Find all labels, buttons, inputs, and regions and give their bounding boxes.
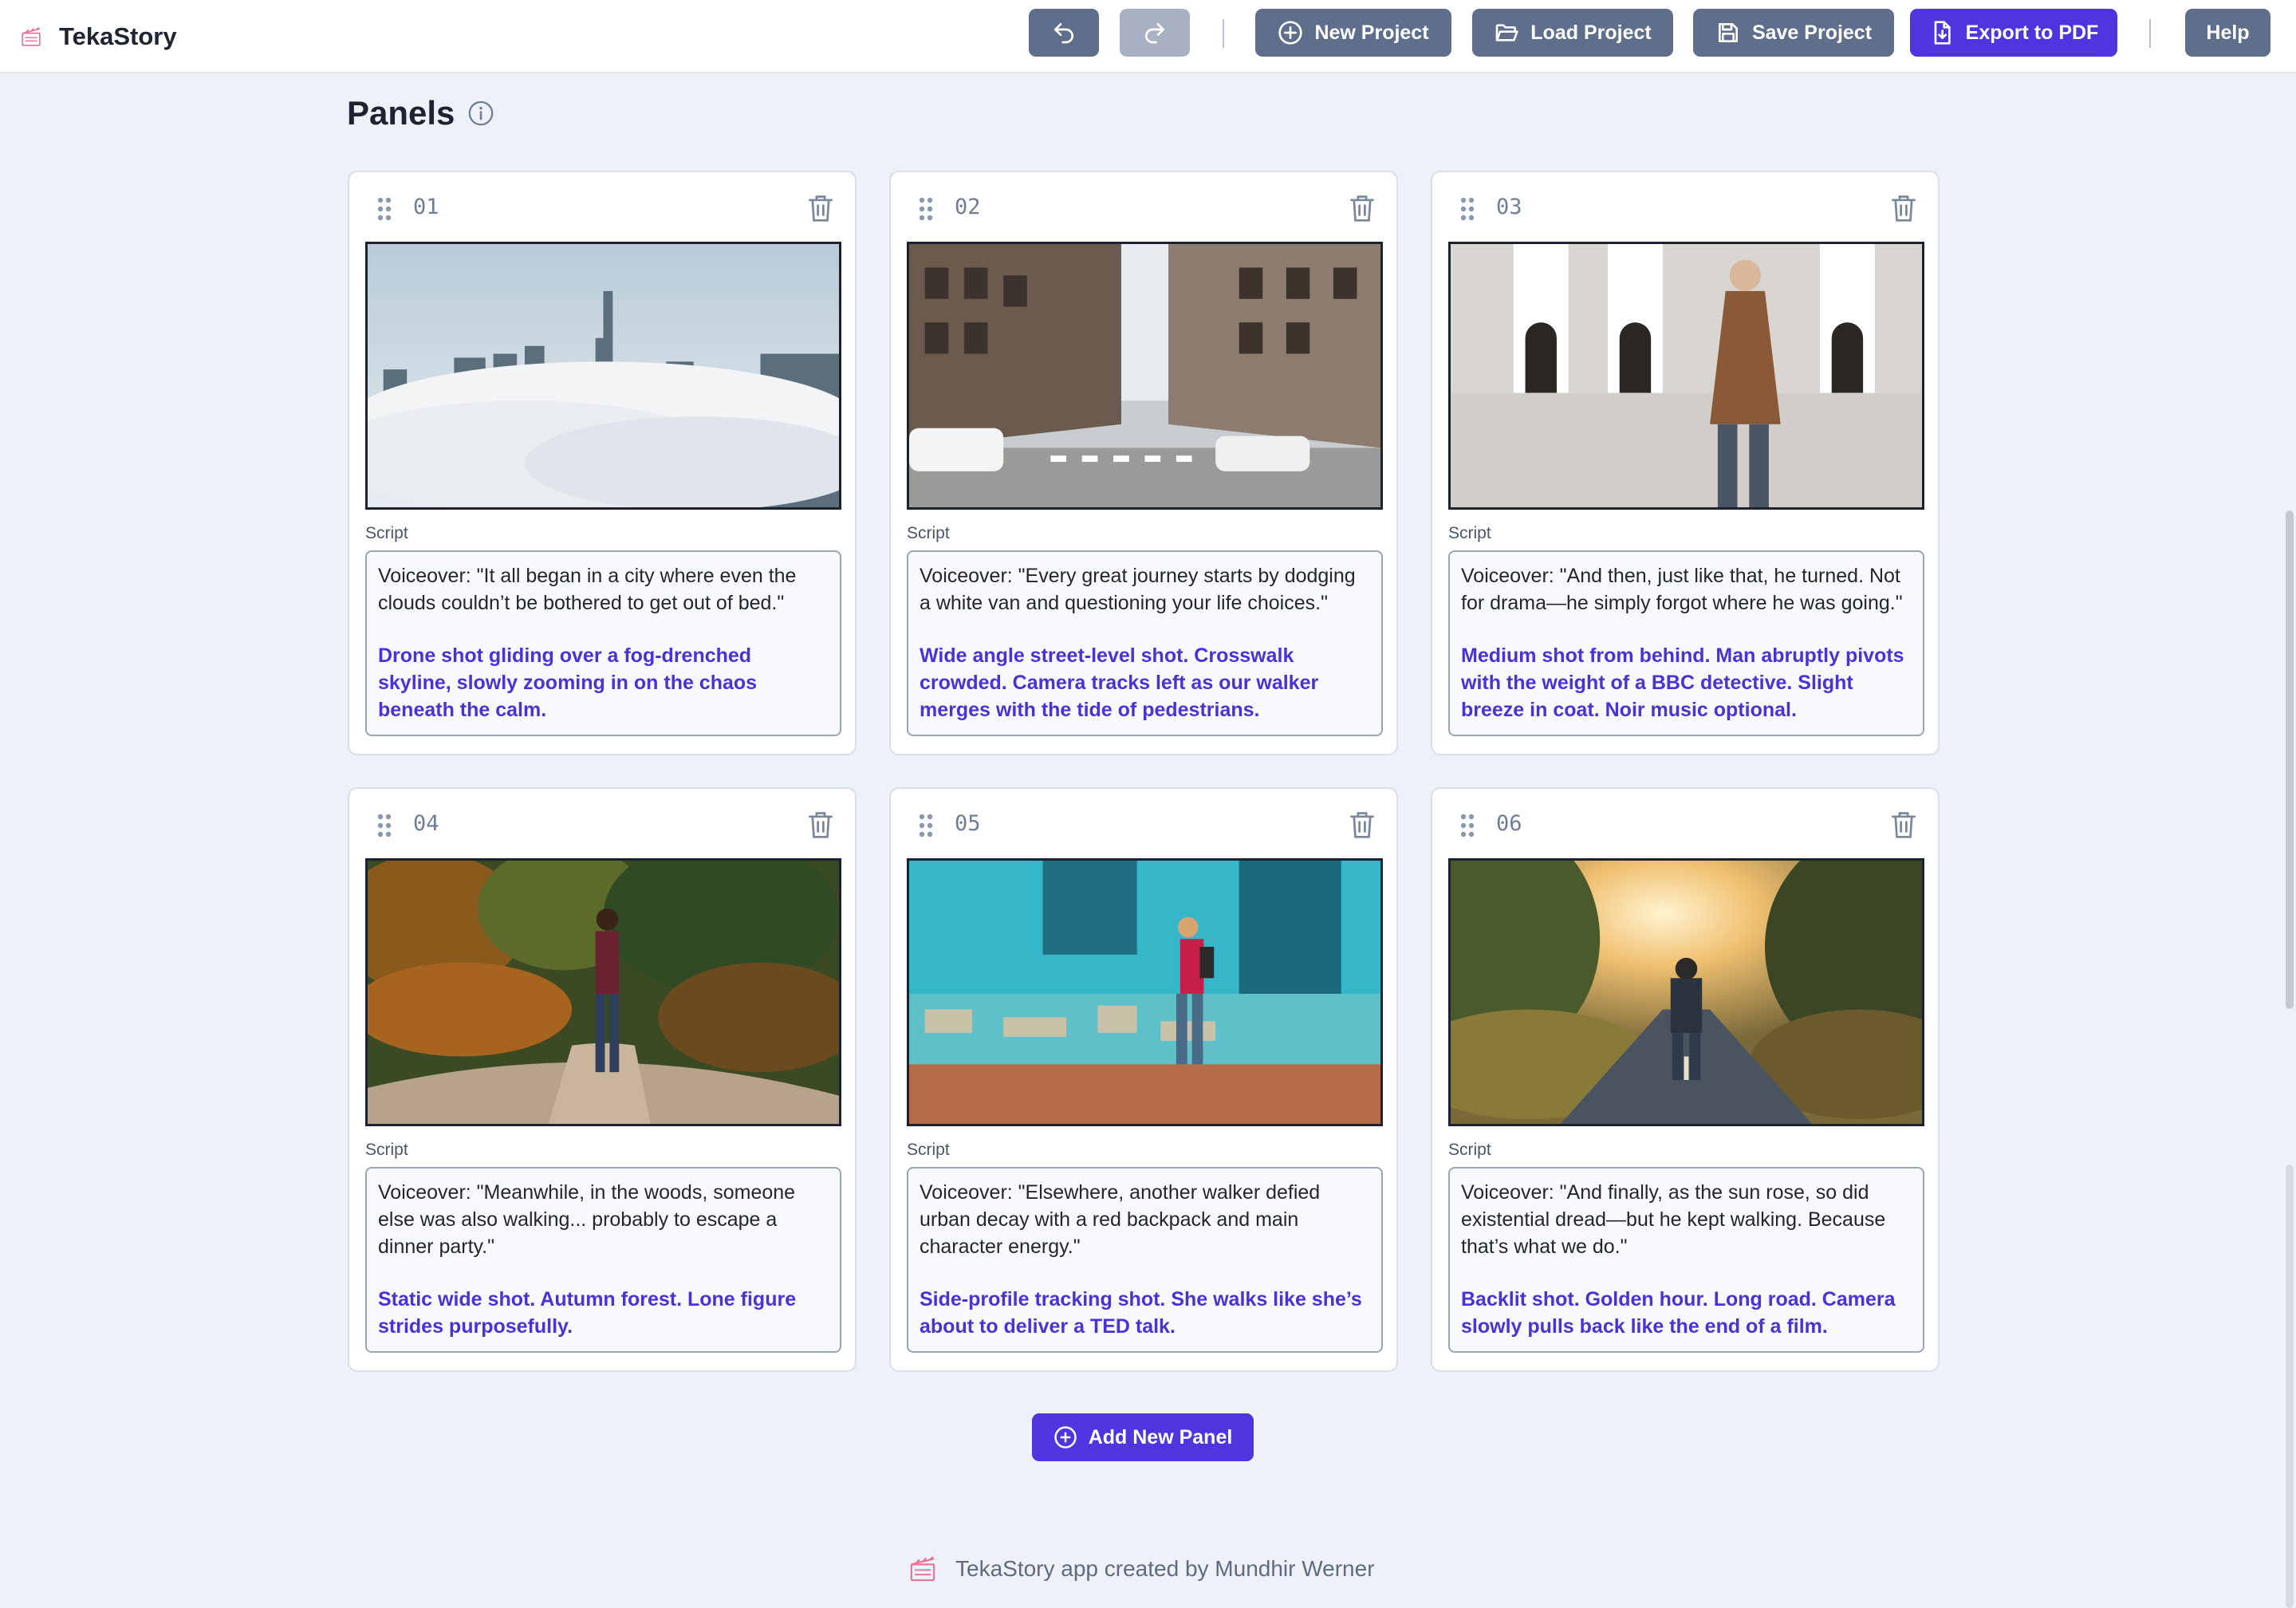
panel-number: 01	[413, 195, 439, 219]
redo-icon	[1145, 23, 1164, 44]
voiceover-text: Voiceover: "And then, just like that, he…	[1461, 565, 1903, 614]
redo-button[interactable]	[1120, 9, 1190, 57]
voiceover-text: Voiceover: "Every great journey starts b…	[920, 565, 1356, 614]
direction-text: Wide angle street-level shot. Crosswalk …	[920, 644, 1319, 721]
drag-handle-icon[interactable]	[376, 813, 392, 838]
script-textarea[interactable]: Voiceover: "Elsewhere, another walker de…	[907, 1167, 1383, 1353]
script-textarea[interactable]: Voiceover: "Every great journey starts b…	[907, 550, 1383, 736]
direction-text: Static wide shot. Autumn forest. Lone fi…	[378, 1288, 797, 1338]
script-textarea[interactable]: Voiceover: "And then, just like that, he…	[1448, 550, 1924, 736]
direction-text: Medium shot from behind. Man abruptly pi…	[1461, 644, 1904, 721]
save-icon	[1718, 23, 1738, 42]
add-new-panel-button[interactable]: Add New Panel	[1032, 1413, 1254, 1461]
export-pdf-button[interactable]: Export to PDF	[1910, 9, 2117, 57]
load-project-label: Load Project	[1530, 21, 1652, 44]
undo-icon	[1054, 23, 1073, 44]
panel-card: 03 Script Voiceover: "And then, just lik…	[1431, 171, 1940, 755]
add-new-panel-label: Add New Panel	[1088, 1425, 1233, 1448]
city-street-image	[909, 244, 1380, 507]
script-label: Script	[907, 524, 950, 542]
top-toolbar: TekaStory New Project Load Project Save …	[0, 0, 2296, 73]
panel-image[interactable]	[1448, 242, 1924, 510]
panel-image[interactable]	[365, 858, 841, 1126]
panel-number: 05	[955, 811, 981, 836]
trash-icon[interactable]	[1349, 810, 1376, 840]
export-pdf-label: Export to PDF	[1965, 21, 2099, 44]
toolbar-divider	[1223, 19, 1224, 48]
clapperboard-icon	[22, 26, 41, 46]
toolbar-divider	[2149, 19, 2151, 48]
drag-handle-icon[interactable]	[376, 196, 392, 222]
trash-icon[interactable]	[1890, 193, 1917, 223]
direction-text: Drone shot gliding over a fog-drenched s…	[378, 644, 758, 721]
autumn-forest-image	[368, 861, 839, 1124]
scrollbar-thumb[interactable]	[2286, 510, 2294, 1009]
scrollbar-thumb-secondary[interactable]	[2286, 1165, 2294, 1608]
script-label: Script	[907, 1141, 950, 1159]
trash-icon[interactable]	[1890, 810, 1917, 840]
man-in-coat-image	[1451, 244, 1922, 507]
golden-road-image	[1451, 861, 1922, 1124]
undo-button[interactable]	[1029, 9, 1099, 57]
footer-credit: TekaStory app created by Mundhir Werner	[955, 1556, 1375, 1581]
trash-icon[interactable]	[807, 810, 834, 840]
script-textarea[interactable]: Voiceover: "Meanwhile, in the woods, som…	[365, 1167, 841, 1353]
script-textarea[interactable]: Voiceover: "And finally, as the sun rose…	[1448, 1167, 1924, 1353]
page-title: Panels	[347, 94, 455, 132]
script-label: Script	[365, 524, 408, 542]
foggy-skyline-image	[368, 244, 839, 507]
drag-handle-icon[interactable]	[918, 813, 934, 838]
app-brand: TekaStory	[21, 16, 177, 57]
load-project-button[interactable]: Load Project	[1472, 9, 1673, 57]
direction-text: Backlit shot. Golden hour. Long road. Ca…	[1461, 1288, 1896, 1338]
clapperboard-icon	[910, 1556, 935, 1582]
drag-handle-icon[interactable]	[918, 196, 934, 222]
panel-number: 03	[1496, 195, 1522, 219]
drag-handle-icon[interactable]	[1459, 813, 1475, 838]
voiceover-text: Voiceover: "Meanwhile, in the woods, som…	[378, 1181, 796, 1258]
panel-image[interactable]	[365, 242, 841, 510]
blue-wall-walker-image	[909, 861, 1380, 1124]
folder-open-icon	[1495, 24, 1518, 41]
script-label: Script	[1448, 524, 1491, 542]
panel-card: 05 Script Voiceover: "Elsewhere, another…	[889, 787, 1398, 1372]
panels-header: Panels	[347, 94, 494, 132]
help-button[interactable]: Help	[2185, 9, 2270, 57]
panel-card: 06 Script Voiceover: "And finally, as th…	[1431, 787, 1940, 1372]
trash-icon[interactable]	[1349, 193, 1376, 223]
voiceover-text: Voiceover: "And finally, as the sun rose…	[1461, 1181, 1886, 1258]
plus-circle-icon	[1053, 1426, 1077, 1448]
panel-card: 01 Script Voiceover: "It all began in a …	[348, 171, 857, 755]
panel-image[interactable]	[907, 858, 1383, 1126]
save-project-label: Save Project	[1751, 21, 1873, 44]
panel-image[interactable]	[907, 242, 1383, 510]
plus-circle-icon	[1278, 21, 1303, 45]
file-download-icon	[1934, 21, 1951, 45]
panel-card: 04 Script Voiceover: "Meanwhile, in the …	[348, 787, 857, 1372]
script-label: Script	[1448, 1141, 1491, 1159]
panel-number: 06	[1496, 811, 1522, 836]
voiceover-text: Voiceover: "Elsewhere, another walker de…	[920, 1181, 1321, 1258]
app-title: TekaStory	[59, 22, 177, 50]
panel-number: 04	[413, 811, 439, 836]
new-project-label: New Project	[1314, 21, 1429, 44]
footer: TekaStory app created by Mundhir Werner	[909, 1555, 1375, 1582]
help-label: Help	[2206, 21, 2250, 44]
script-label: Script	[365, 1141, 408, 1159]
script-textarea[interactable]: Voiceover: "It all began in a city where…	[365, 550, 841, 736]
panel-image[interactable]	[1448, 858, 1924, 1126]
trash-icon[interactable]	[807, 193, 834, 223]
new-project-button[interactable]: New Project	[1255, 9, 1451, 57]
save-project-button[interactable]: Save Project	[1693, 9, 1894, 57]
voiceover-text: Voiceover: "It all began in a city where…	[378, 565, 797, 614]
info-icon[interactable]	[467, 100, 494, 127]
panel-number: 02	[955, 195, 981, 219]
direction-text: Side-profile tracking shot. She walks li…	[920, 1288, 1362, 1338]
drag-handle-icon[interactable]	[1459, 196, 1475, 222]
panel-card: 02 Script Voiceover: "Every great journe…	[889, 171, 1398, 755]
